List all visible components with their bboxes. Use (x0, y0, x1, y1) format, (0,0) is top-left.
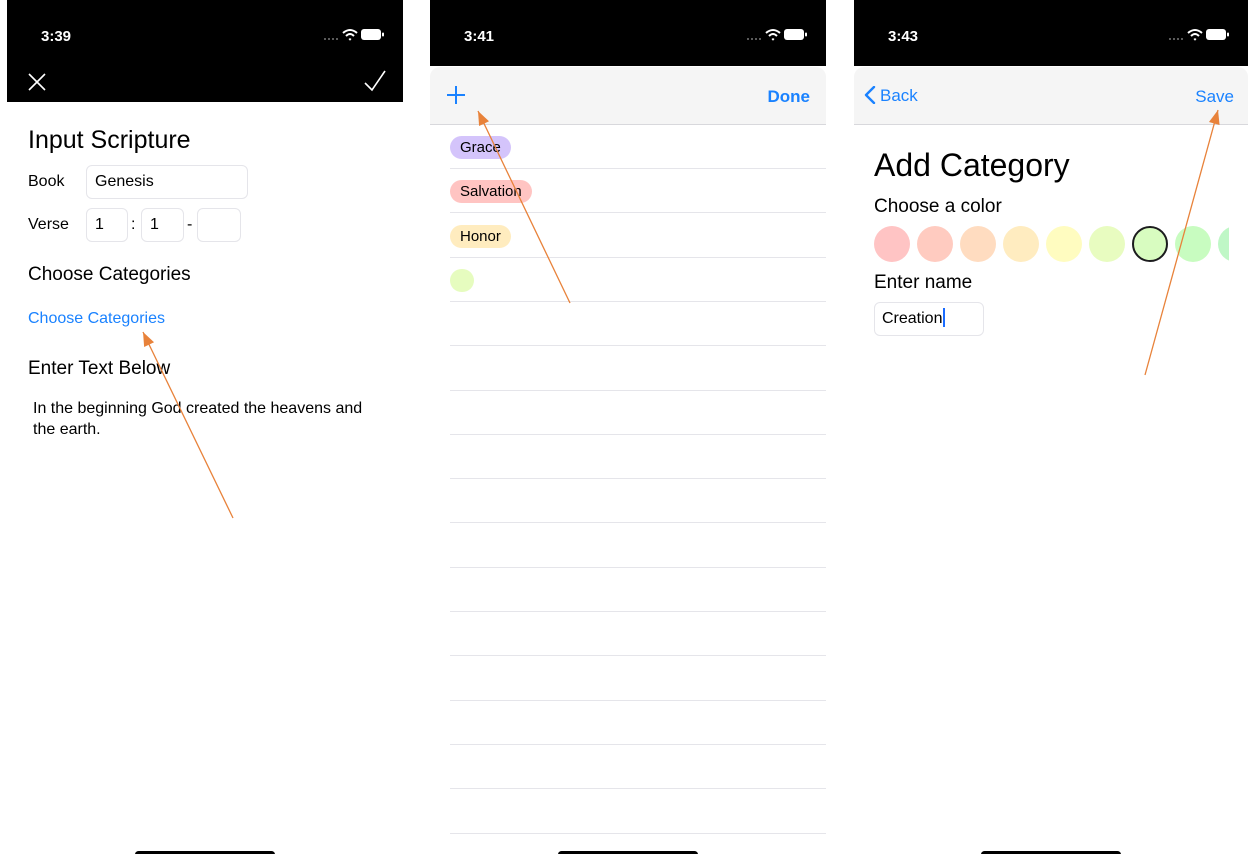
color-swatch[interactable] (1003, 226, 1039, 262)
sheet-nav-bar: Done (430, 67, 826, 125)
status-icons (324, 29, 384, 41)
list-row (450, 568, 826, 612)
text-caret (943, 308, 946, 327)
sheet-nav-bar: Back Save (854, 67, 1248, 125)
status-icons (1169, 29, 1229, 41)
color-swatch[interactable] (1132, 226, 1168, 262)
color-swatch[interactable] (917, 226, 953, 262)
verse-start-field[interactable]: 1 (141, 208, 184, 242)
back-button[interactable]: Back (864, 85, 918, 106)
verse-chapter-field[interactable]: 1 (86, 208, 128, 242)
back-button-label: Back (880, 86, 918, 105)
status-time: 3:39 (41, 28, 72, 45)
category-pill-empty[interactable] (450, 268, 474, 292)
verse-separator: : (131, 216, 136, 233)
color-swatch[interactable] (1218, 226, 1229, 262)
color-swatch[interactable] (960, 226, 996, 262)
book-field[interactable]: Genesis (86, 165, 248, 199)
status-bar: 3:41 (430, 0, 826, 66)
choose-categories-link[interactable]: Choose Categories (28, 310, 165, 328)
book-label: Book (28, 173, 65, 190)
screen-add-category: 3:43 Back Save Add Category Choose a col… (854, 0, 1248, 854)
verse-dash: - (187, 216, 193, 233)
status-time: 3:43 (888, 28, 919, 45)
status-bar: 3:43 (854, 0, 1248, 66)
list-row[interactable]: Salvation (450, 169, 826, 214)
list-row[interactable]: Honor (450, 214, 826, 258)
categories-heading: Choose Categories (28, 264, 191, 285)
name-label: Enter name (874, 272, 973, 293)
verse-end-field[interactable] (197, 208, 241, 242)
list-row (450, 745, 826, 790)
list-row (450, 302, 826, 347)
checkmark-icon[interactable] (363, 69, 387, 93)
list-row (450, 479, 826, 524)
scripture-text-area[interactable]: In the beginning God created the heavens… (33, 398, 373, 440)
list-row (450, 524, 826, 568)
list-row (450, 790, 826, 834)
color-swatch[interactable] (874, 226, 910, 262)
text-heading: Enter Text Below (28, 358, 171, 379)
color-label: Choose a color (874, 196, 1002, 217)
list-row (450, 612, 826, 657)
chevron-left-icon (864, 85, 876, 105)
status-icons (747, 29, 807, 41)
color-swatch-row (874, 226, 1229, 262)
save-button[interactable]: Save (1195, 87, 1234, 107)
list-row (450, 657, 826, 701)
close-icon[interactable] (27, 72, 47, 92)
list-row[interactable] (450, 258, 826, 302)
category-name-field[interactable]: Creation (874, 302, 984, 336)
color-swatch[interactable] (1046, 226, 1082, 262)
category-pill[interactable]: Honor (450, 224, 511, 248)
done-button[interactable]: Done (768, 87, 811, 107)
nav-bar (7, 66, 403, 102)
category-name-value: Creation (882, 310, 943, 327)
add-category-sheet: Back Save (854, 67, 1248, 854)
category-sheet: Done Grace Salvation Honor (430, 67, 826, 854)
category-pill[interactable]: Grace (450, 136, 511, 159)
page-title: Input Scripture (28, 126, 191, 154)
screen-category-list: 3:41 Done Grace Salvation Honor (430, 0, 826, 854)
plus-icon[interactable] (445, 84, 467, 106)
list-row (450, 701, 826, 745)
list-row (450, 435, 826, 480)
list-row (450, 347, 826, 391)
status-time: 3:41 (464, 28, 495, 45)
verse-label: Verse (28, 216, 69, 233)
list-row (450, 391, 826, 435)
page-title: Add Category (874, 147, 1070, 183)
list-row[interactable]: Grace (450, 125, 826, 169)
category-pill[interactable]: Salvation (450, 180, 532, 204)
color-swatch[interactable] (1175, 226, 1211, 262)
color-swatch[interactable] (1089, 226, 1125, 262)
status-bar: 3:39 (7, 0, 403, 66)
screen-input-scripture: 3:39 Input Scripture Book Genesis Verse … (7, 0, 403, 854)
